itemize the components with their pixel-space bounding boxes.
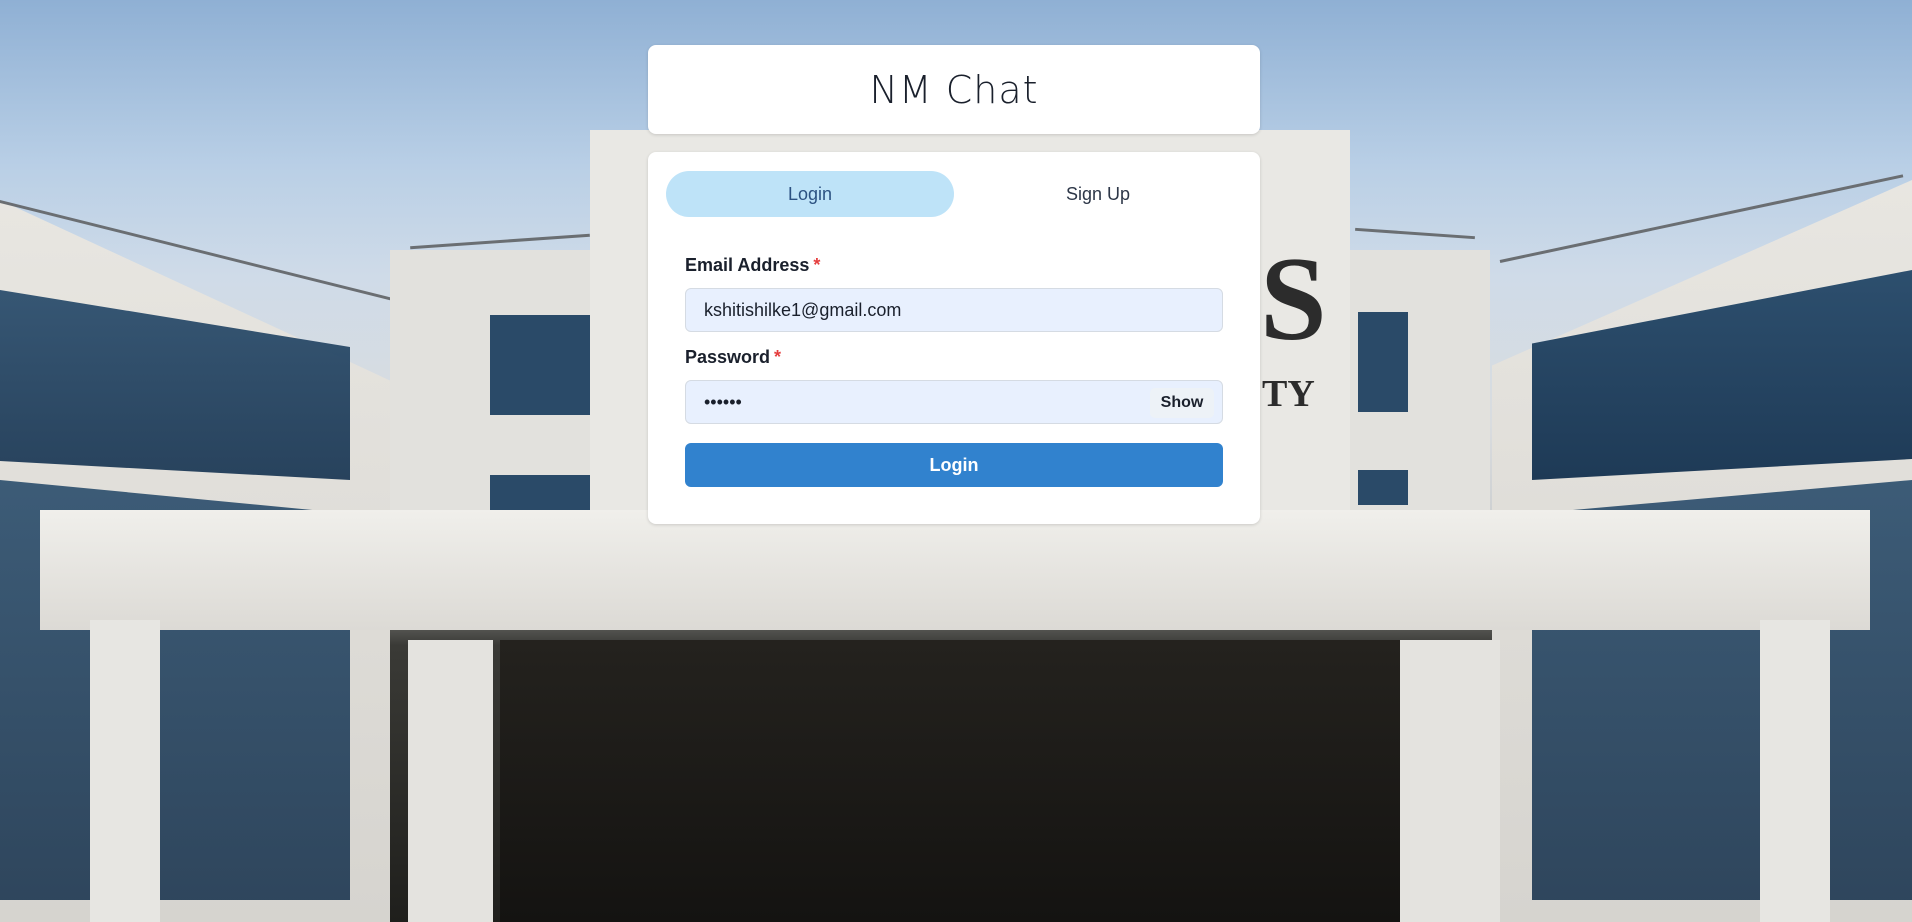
entrance-lobby [500, 640, 1400, 922]
building-logo-text: TY [1262, 373, 1315, 415]
password-field[interactable]: •••••• Show [685, 380, 1223, 424]
auth-tabs: Login Sign Up [666, 171, 1242, 217]
building-window [1358, 312, 1408, 412]
app-title: NM Chat [869, 67, 1039, 112]
password-label-text: Password [685, 347, 771, 367]
building-left-glass [0, 290, 350, 480]
canopy-right-post [1760, 620, 1830, 922]
building-logo-letter: S [1260, 232, 1327, 365]
email-field[interactable]: kshitishilke1@gmail.com [685, 288, 1223, 332]
email-value: kshitishilke1@gmail.com [704, 299, 902, 320]
building-window [490, 315, 590, 415]
entrance-column [408, 640, 493, 922]
canopy-left-post [90, 620, 160, 922]
app-title-card: NM Chat [648, 45, 1260, 134]
required-marker: * [774, 347, 782, 367]
email-label-text: Email Address [685, 255, 810, 275]
tab-login[interactable]: Login [666, 171, 954, 217]
email-label: Email Address * [685, 255, 820, 276]
entrance-canopy [40, 510, 1870, 630]
show-password-button[interactable]: Show [1150, 388, 1214, 418]
required-marker: * [813, 255, 821, 275]
password-label: Password * [685, 347, 781, 368]
auth-form-card: Login Sign Up Email Address * kshitishilk… [648, 152, 1260, 524]
building-window [490, 475, 590, 510]
railing [410, 233, 590, 250]
password-value: •••••• [704, 391, 742, 412]
entrance-column [1400, 640, 1500, 922]
login-button[interactable]: Login [685, 443, 1223, 487]
railing [1355, 227, 1475, 240]
building-window [1358, 470, 1408, 505]
tab-sign-up[interactable]: Sign Up [954, 171, 1242, 217]
